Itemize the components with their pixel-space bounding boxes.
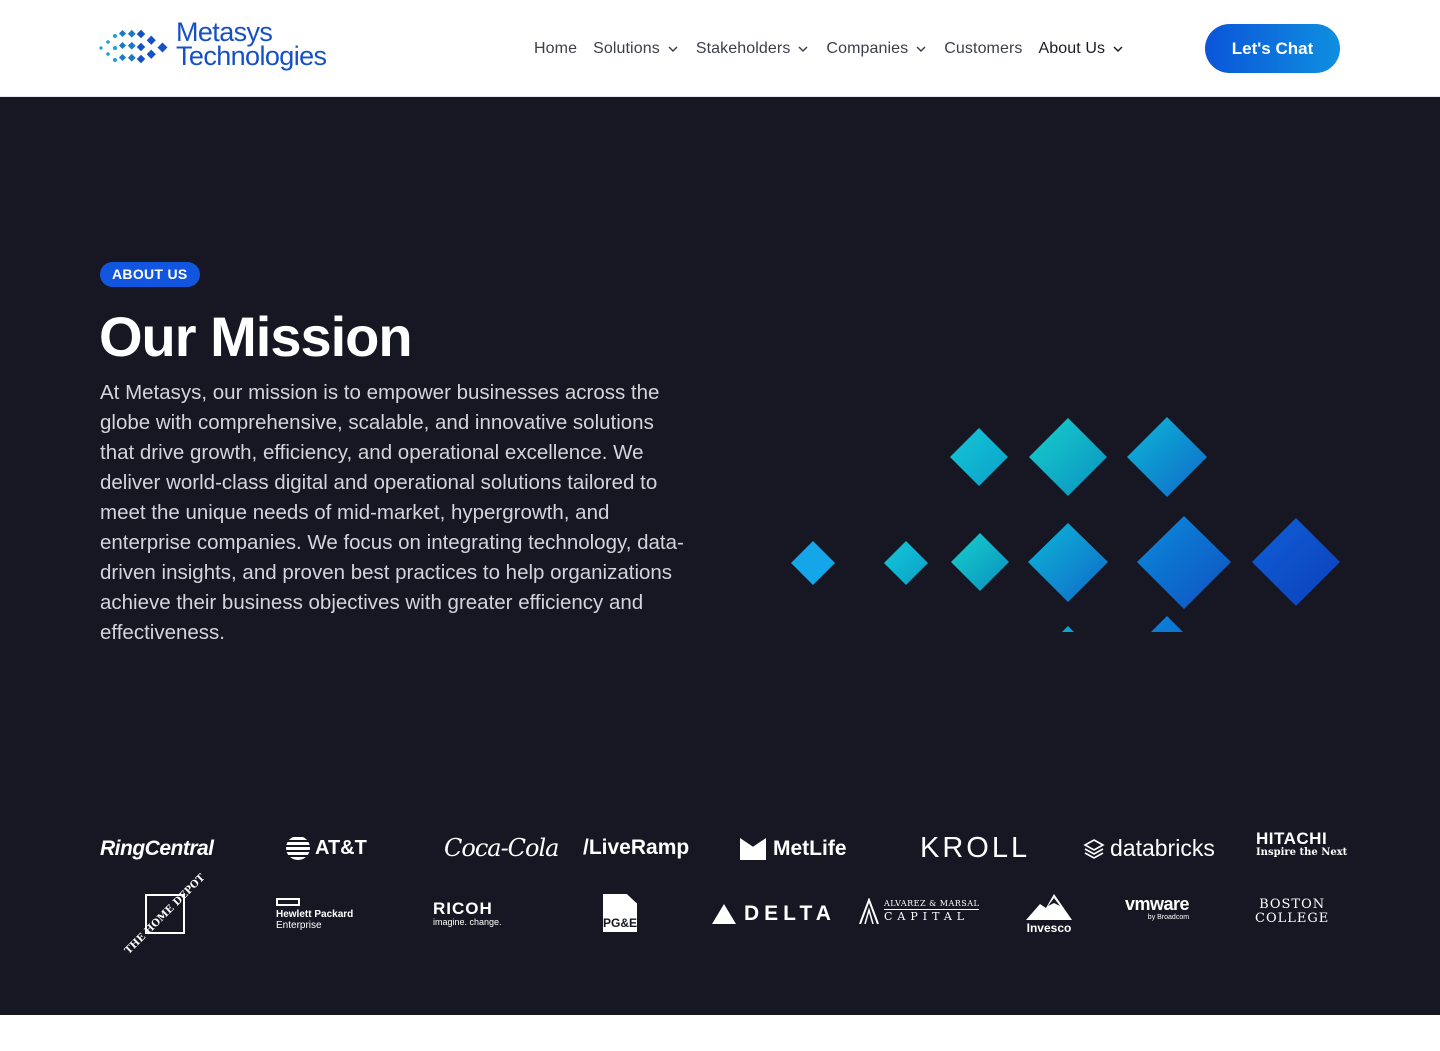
page-bottom-strip [0,1015,1440,1051]
hpe-logo: Hewlett Packard Enterprise [276,898,353,931]
diamond-shape [950,428,1008,486]
metlife-logo-text: MetLife [773,837,847,860]
diamond-shape [1151,616,1183,632]
databricks-logo-text: databricks [1110,835,1215,861]
nav-item-label: Customers [944,40,1023,57]
invesco-logo-text: Invesco [1026,921,1072,935]
invesco-logo: Invesco [1024,892,1074,934]
page-title: Our Mission [99,305,413,368]
alvarez-marsal-line1: ALVAREZ & MARSAL [884,898,980,910]
brand-name: Metasys Technologies [176,19,327,71]
alvarez-marsal-text: ALVAREZ & MARSAL CAPITAL [884,898,980,924]
diamond-shape [1062,626,1074,632]
boston-college-line1: BOSTON [1259,897,1326,912]
delta-widget-icon [712,904,736,924]
customer-logos-row: RingCentral AT&T Coca-Cola /LiveRamp Met… [100,830,1347,890]
boston-college-line2: COLLEGE [1255,911,1330,926]
alvarez-marsal-logo: ALVAREZ & MARSAL CAPITAL [858,898,980,924]
metlife-logo: MetLife [740,837,847,861]
ricoh-tagline: imagine. change. [433,917,502,927]
alvarez-marsal-mark-icon [859,898,879,924]
homedepot-logo: THE HOME DEPOT [123,872,207,956]
nav-item-stakeholders[interactable]: Stakeholders [696,40,811,58]
lets-chat-button[interactable]: Let's Chat [1205,24,1340,73]
brand-logo[interactable]: Metasys Technologies [98,19,358,76]
ringcentral-logo: RingCentral [100,837,214,860]
diamond-shape [1028,523,1108,602]
ricoh-logo: RICOH imagine. change. [433,900,502,928]
nav-item-label: Solutions [593,40,660,57]
nav-item-solutions[interactable]: Solutions [593,40,680,58]
customer-logos-row: THE HOME DEPOT Hewlett Packard Enterpris… [100,872,1340,956]
vmware-logo-text: vmware [1125,894,1190,914]
hitachi-logo-text: HITACHI [1256,829,1328,848]
kroll-logo: KROLL [920,832,1031,864]
nav-item-about-us[interactable]: About Us [1039,40,1126,58]
delta-logo: DELTA [712,902,836,926]
brand-name-line2: Technologies [176,41,327,71]
diamond-shape [1127,417,1207,497]
diamond-shape [1252,518,1340,606]
chevron-down-icon [916,46,926,53]
main-nav: Home Solutions Stakeholders Companies Cu… [534,36,1141,62]
diamond-shape [1029,418,1107,496]
diamond-shape [951,533,1009,591]
nav-item-companies[interactable]: Companies [826,40,928,58]
invesco-mountain-icon [1026,894,1072,920]
chevron-down-icon [1113,46,1123,53]
customer-logos: RingCentral AT&T Coca-Cola /LiveRamp Met… [100,830,1347,956]
nav-item-customers[interactable]: Customers [944,40,1022,58]
site-header: Metasys Technologies Home Solutions Stak… [0,0,1440,97]
delta-logo-text: DELTA [744,902,836,925]
hpe-element-icon [276,898,300,906]
vmware-subtitle: by Broadcom [1147,914,1190,921]
mission-statement: At Metasys, our mission is to empower bu… [100,381,684,644]
cocacola-logo: Coca-Cola [444,834,559,862]
att-logo: AT&T [286,836,367,860]
hpe-logo-line2: Enterprise [276,920,322,931]
diamond-shape [884,541,928,585]
nav-item-label: About Us [1038,40,1106,57]
nav-item-label: Stakeholders [695,40,791,57]
alvarez-marsal-line2: CAPITAL [884,909,970,923]
att-globe-icon [286,836,310,860]
chevron-down-icon [668,46,678,53]
pge-logo: PG&E [603,894,637,932]
mission-section: ABOUT US Our Mission At Metasys, our mis… [0,97,1440,1015]
att-logo-text: AT&T [315,836,367,859]
ricoh-logo-text: RICOH [433,899,493,918]
nav-item-home[interactable]: Home [534,40,577,58]
hpe-logo-line1: Hewlett Packard [276,909,354,920]
diamond-shape [1137,516,1231,609]
diamond-pattern-graphic [791,417,1340,632]
nav-item-label: Companies [826,40,909,57]
diamond-shape [791,541,835,585]
nav-item-label: Home [534,40,578,57]
hitachi-logo: HITACHI Inspire the Next [1256,829,1348,859]
section-badge: ABOUT US [100,262,200,287]
vmware-logo: vmware by Broadcom [1125,894,1190,922]
boston-college-logo: BOSTON COLLEGE [1255,898,1329,926]
hitachi-tagline: Inspire the Next [1256,847,1348,858]
databricks-logo: databricks [1083,835,1215,862]
logo-dots-icon [99,29,168,64]
metlife-mark-icon [740,838,766,860]
liveramp-logo: /LiveRamp [583,836,690,859]
chevron-down-icon [798,46,808,53]
databricks-stack-icon [1083,838,1105,859]
